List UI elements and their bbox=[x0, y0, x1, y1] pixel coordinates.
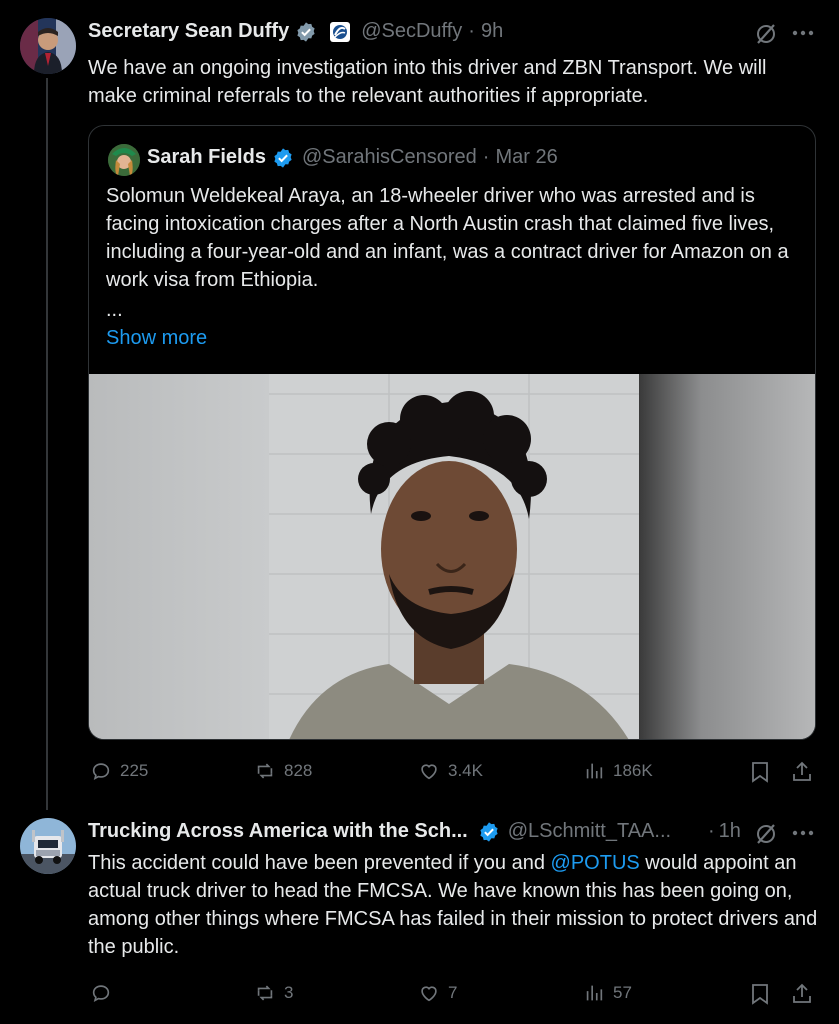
grok-icon[interactable] bbox=[754, 22, 778, 46]
reply-button[interactable]: 225 bbox=[90, 760, 148, 782]
views-button[interactable]: 57 bbox=[583, 982, 632, 1004]
tweet-text: This accident could have been prevented … bbox=[88, 849, 823, 961]
quoted-tweet-text: Solomun Weldekeal Araya, an 18-wheeler d… bbox=[106, 185, 789, 291]
repost-button[interactable]: 3 bbox=[254, 982, 293, 1004]
timestamp[interactable]: 1h bbox=[719, 820, 741, 843]
views-icon bbox=[586, 985, 603, 1001]
author-name[interactable]: Secretary Sean Duffy bbox=[88, 20, 289, 43]
like-button[interactable]: 7 bbox=[418, 982, 457, 1004]
repost-button[interactable]: 828 bbox=[254, 760, 312, 782]
quoted-tweet-card[interactable]: Sarah Fields @SarahisCensored · Mar 26 S… bbox=[88, 125, 816, 740]
tweet-text-part: This accident could have been prevented … bbox=[88, 852, 551, 874]
quoted-ellipsis: ... bbox=[106, 299, 123, 321]
avatar[interactable] bbox=[20, 18, 76, 74]
reply-button[interactable] bbox=[90, 982, 120, 1004]
separator: · bbox=[468, 20, 475, 42]
bookmark-icon[interactable] bbox=[749, 760, 771, 784]
author-name[interactable]: Trucking Across America with the Sch... bbox=[88, 820, 468, 843]
share-icon[interactable] bbox=[791, 760, 813, 784]
show-more-link[interactable]: Show more bbox=[106, 324, 207, 352]
avatar[interactable] bbox=[20, 818, 76, 874]
quoted-date[interactable]: Mar 26 bbox=[495, 146, 557, 169]
author-handle[interactable]: @LSchmitt_TAA... bbox=[508, 820, 671, 843]
quoted-avatar[interactable] bbox=[108, 144, 140, 176]
views-count: 186K bbox=[613, 761, 653, 780]
bookmark-icon[interactable] bbox=[749, 982, 771, 1006]
heart-icon bbox=[421, 764, 437, 780]
like-count: 7 bbox=[448, 983, 458, 1002]
like-count: 3.4K bbox=[448, 761, 483, 780]
separator: · bbox=[482, 146, 490, 168]
views-icon bbox=[586, 763, 603, 779]
repost-count: 828 bbox=[284, 761, 313, 780]
like-button[interactable]: 3.4K bbox=[418, 760, 483, 782]
views-button[interactable]: 186K bbox=[583, 760, 653, 782]
reply-count: 225 bbox=[120, 761, 149, 780]
views-count: 57 bbox=[613, 983, 632, 1002]
timestamp[interactable]: 9h bbox=[481, 20, 503, 43]
grok-icon[interactable] bbox=[754, 822, 778, 846]
more-options-icon[interactable] bbox=[792, 28, 814, 38]
repost-count: 3 bbox=[284, 983, 294, 1002]
verified-blue-icon bbox=[480, 821, 498, 842]
heart-icon bbox=[421, 986, 437, 1002]
share-icon[interactable] bbox=[791, 982, 813, 1006]
separator: · bbox=[708, 820, 715, 842]
thread-line bbox=[46, 78, 48, 810]
dot-gov-badge-icon bbox=[330, 21, 351, 42]
author-handle[interactable]: @SecDuffy bbox=[361, 20, 462, 43]
reply-icon bbox=[92, 763, 110, 780]
quoted-author-name[interactable]: Sarah Fields bbox=[147, 146, 266, 169]
reply-icon bbox=[92, 985, 110, 1002]
quoted-author-handle[interactable]: @SarahisCensored bbox=[302, 146, 477, 169]
mention-link[interactable]: @POTUS bbox=[551, 852, 640, 874]
verified-blue-icon bbox=[274, 147, 292, 168]
repost-icon bbox=[257, 763, 273, 779]
tweet-text: We have an ongoing investigation into th… bbox=[88, 57, 767, 107]
repost-icon bbox=[257, 985, 273, 1001]
quoted-media-image[interactable] bbox=[89, 374, 815, 739]
verified-gray-icon bbox=[297, 21, 315, 42]
more-options-icon[interactable] bbox=[792, 828, 814, 838]
